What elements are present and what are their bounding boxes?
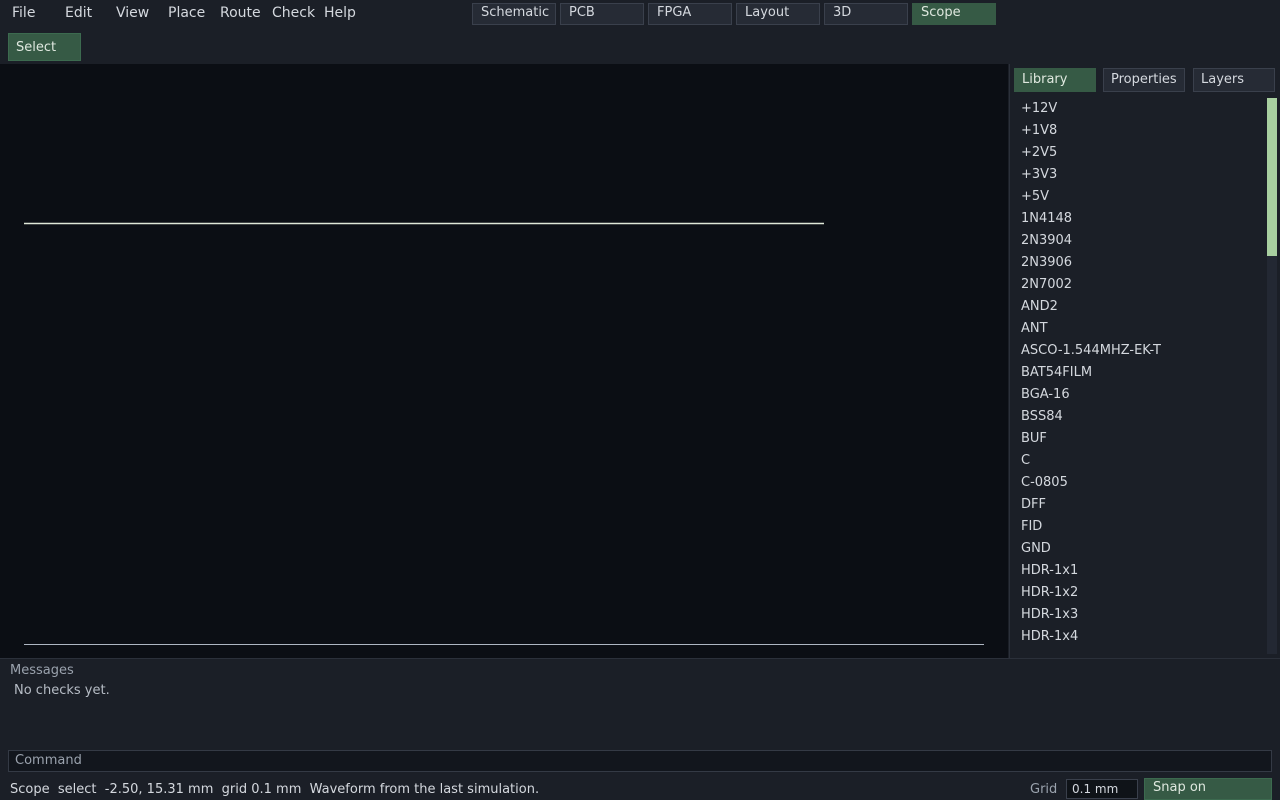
library-item[interactable]: BAT54FILM	[1010, 362, 1266, 384]
library-item[interactable]: ASCO-1.544MHZ-EK-T	[1010, 340, 1266, 362]
library-item[interactable]: 1N4148	[1010, 208, 1266, 230]
library-item[interactable]: +3V3	[1010, 164, 1266, 186]
library-item[interactable]: BSS84	[1010, 406, 1266, 428]
menu-bar: File Edit View Place Route Check Help Sc…	[0, 0, 1280, 28]
select-tool-button[interactable]: Select	[8, 33, 81, 61]
library-item[interactable]: 2N7002	[1010, 274, 1266, 296]
messages-title: Messages	[10, 663, 74, 678]
waveform-plot	[24, 222, 984, 645]
status-bar: Scope select -2.50, 15.31 mm grid 0.1 mm…	[0, 776, 1280, 800]
tab-layers[interactable]: Layers	[1193, 68, 1275, 92]
library-item[interactable]: C-0805	[1010, 472, 1266, 494]
tool-bar: Select	[0, 28, 1280, 64]
menu-route[interactable]: Route	[220, 5, 261, 21]
menu-check[interactable]: Check	[272, 5, 315, 21]
scope-canvas[interactable]	[0, 64, 1008, 658]
library-item[interactable]: ANT	[1010, 318, 1266, 340]
library-item[interactable]: 2N3904	[1010, 230, 1266, 252]
library-item[interactable]: GND	[1010, 538, 1266, 560]
library-item[interactable]: +12V	[1010, 98, 1266, 120]
library-item[interactable]: HDR-1x3	[1010, 604, 1266, 626]
menu-help[interactable]: Help	[324, 5, 356, 21]
status-text: Scope select -2.50, 15.31 mm grid 0.1 mm…	[10, 782, 539, 797]
command-input[interactable]: Command	[8, 750, 1272, 772]
tab-layout[interactable]: Layout	[736, 3, 820, 25]
library-item[interactable]: HDR-1x4	[1010, 626, 1266, 648]
tab-3d[interactable]: 3D	[824, 3, 908, 25]
library-item[interactable]: +1V8	[1010, 120, 1266, 142]
library-item[interactable]: HDR-1x1	[1010, 560, 1266, 582]
menu-file[interactable]: File	[12, 5, 35, 21]
library-item[interactable]: C	[1010, 450, 1266, 472]
tab-pcb[interactable]: PCB	[560, 3, 644, 25]
status-message: Waveform from the last simulation.	[309, 782, 540, 797]
menu-view[interactable]: View	[116, 5, 149, 21]
snap-toggle-button[interactable]: Snap on	[1144, 778, 1272, 800]
status-grid: grid 0.1 mm	[221, 782, 302, 797]
library-item[interactable]: FID	[1010, 516, 1266, 538]
library-item[interactable]: +2V5	[1010, 142, 1266, 164]
grid-label: Grid	[1030, 782, 1058, 797]
status-coords: -2.50, 15.31 mm	[104, 782, 214, 797]
status-tool: select	[57, 782, 97, 797]
library-item[interactable]: 2N3906	[1010, 252, 1266, 274]
tab-properties[interactable]: Properties	[1103, 68, 1185, 92]
messages-body: No checks yet.	[14, 683, 110, 698]
tab-fpga[interactable]: FPGA	[648, 3, 732, 25]
library-item[interactable]: +5V	[1010, 186, 1266, 208]
library-list: +12V +1V8 +2V5 +3V3 +5V 1N4148 2N3904 2N3906 2N7…	[1010, 98, 1266, 658]
menu-place[interactable]: Place	[168, 5, 205, 21]
library-scrollbar[interactable]	[1267, 98, 1277, 654]
status-mode: Scope	[10, 782, 50, 797]
messages-panel: Messages No checks yet.	[0, 658, 1280, 748]
tab-library[interactable]: Library	[1014, 68, 1096, 92]
grid-size-input[interactable]	[1066, 779, 1138, 799]
library-item[interactable]: BUF	[1010, 428, 1266, 450]
library-item[interactable]: AND2	[1010, 296, 1266, 318]
library-item[interactable]: HDR-1x2	[1010, 582, 1266, 604]
tab-scope[interactable]: Scope	[912, 3, 996, 25]
menu-edit[interactable]: Edit	[65, 5, 92, 21]
library-item[interactable]: DFF	[1010, 494, 1266, 516]
library-item[interactable]: BGA-16	[1010, 384, 1266, 406]
side-panel: Library Properties Layers +12V +1V8 +2V5 +3…	[1009, 64, 1280, 658]
tab-schematic[interactable]: Schematic	[472, 3, 556, 25]
scrollbar-thumb[interactable]	[1267, 98, 1277, 256]
